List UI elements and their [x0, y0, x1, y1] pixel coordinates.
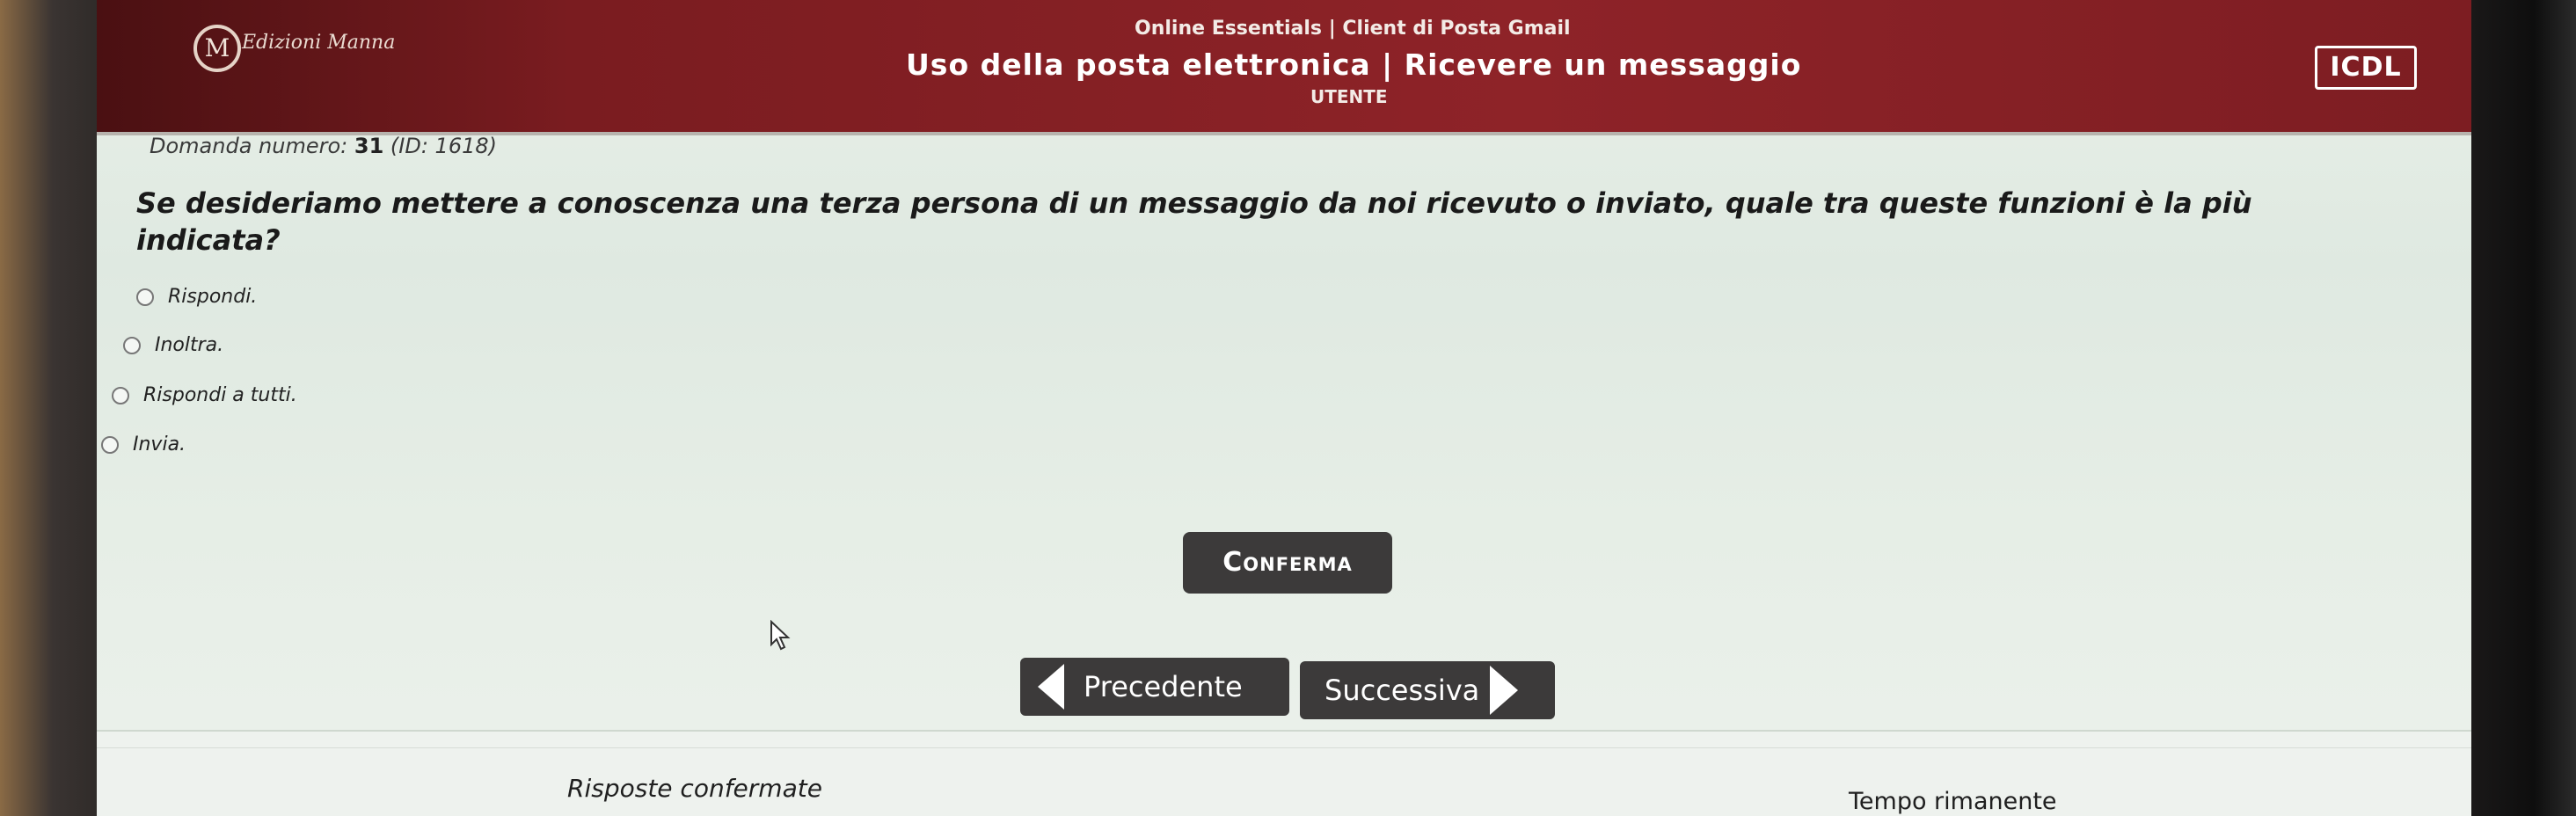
previous-button[interactable]: Precedente [1020, 658, 1289, 716]
header-bar: M Edizioni Manna Online Essentials | Cli… [97, 0, 2471, 135]
question-text: Se desideriamo mettere a conoscenza una … [136, 186, 2252, 257]
option-label: Inoltra. [155, 334, 224, 356]
arrow-right-icon [1490, 666, 1519, 715]
publisher-logo-icon: M [193, 25, 241, 72]
option-inoltra[interactable]: Inoltra. [123, 334, 223, 356]
radio-icon[interactable] [112, 386, 129, 404]
next-button[interactable]: Successiva [1300, 661, 1555, 719]
radio-icon[interactable] [101, 435, 119, 454]
arrow-left-icon [1038, 664, 1064, 710]
next-label: Successiva [1324, 674, 1480, 707]
option-label: Rispondi a tutti. [143, 384, 297, 406]
confirmed-answers-label: Risposte confermate [567, 774, 822, 803]
footer-panel: Risposte confermate Tempo rimanente [97, 730, 2471, 816]
question-number-label: Domanda numero: [150, 134, 348, 158]
previous-label: Precedente [1084, 670, 1243, 703]
remaining-time-label: Tempo rimanente [1849, 788, 2057, 815]
option-invia[interactable]: Invia. [101, 434, 186, 455]
option-label: Invia. [133, 434, 186, 455]
publisher-logo-text: Edizioni Manna [242, 32, 396, 54]
user-role: UTENTE [1310, 86, 1388, 107]
course-subtitle: Online Essentials | Client di Posta Gmai… [1135, 18, 1571, 40]
radio-icon[interactable] [136, 288, 154, 306]
device-bezel [2471, 0, 2576, 816]
footer-divider [97, 747, 2471, 816]
option-label: Rispondi. [168, 286, 258, 308]
question-number-value: 31 [354, 134, 384, 158]
option-rispondi[interactable]: Rispondi. [136, 286, 257, 308]
module-title: Uso della posta elettronica | Ricevere u… [906, 47, 1802, 82]
device-frame: M Edizioni Manna Online Essentials | Cli… [0, 0, 2576, 816]
radio-icon[interactable] [123, 336, 141, 354]
option-rispondi-a-tutti[interactable]: Rispondi a tutti. [112, 384, 297, 406]
mouse-cursor-icon [770, 620, 791, 651]
confirm-button[interactable]: Conferma [1183, 532, 1392, 594]
screen: M Edizioni Manna Online Essentials | Cli… [97, 0, 2471, 816]
question-id: (ID: 1618) [390, 134, 497, 158]
question-number: Domanda numero: 31 (ID: 1618) [150, 134, 497, 158]
icdl-badge: ICDL [2315, 46, 2417, 90]
